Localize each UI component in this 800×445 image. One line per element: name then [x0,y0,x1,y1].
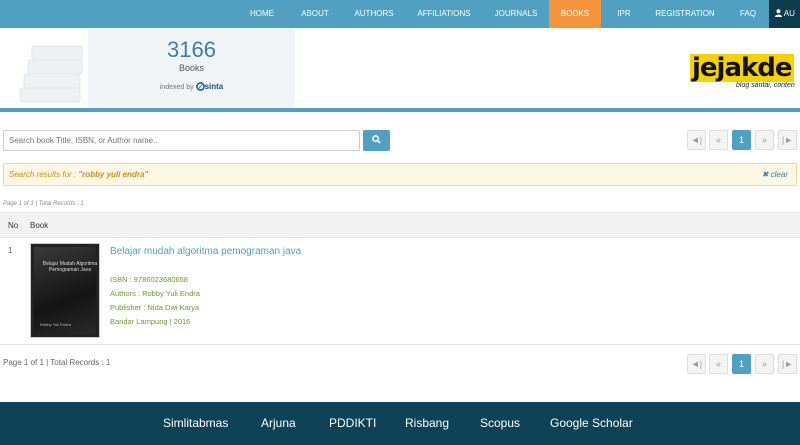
table-header: No Book [0,212,800,238]
sponsor-logo[interactable]: jejakde blog santai, conten [690,54,800,98]
footer-link-risbang[interactable]: Risbang [405,416,449,430]
logo-subtitle: blog santai, conten [736,82,795,89]
user-label: AU [783,9,795,18]
prev-page-button[interactable]: « [709,354,728,374]
banner-divider [0,108,800,112]
prev-page-button[interactable]: « [709,130,728,150]
footer-link-arjuna[interactable]: Arjuna [261,416,296,430]
footer-link-scopus[interactable]: Scopus [480,416,520,430]
top-navigation: HOME ABOUT AUTHORS AFFILIATIONS JOURNALS… [0,0,800,28]
first-page-button[interactable]: ◄| [687,354,706,374]
first-page-icon: ◄| [690,135,703,145]
nav-journals[interactable]: JOURNALS [486,0,546,28]
nav-authors[interactable]: AUTHORS [346,0,402,28]
search-icon [372,135,381,144]
close-icon: ✖ [761,170,769,179]
footer-link-pddikti[interactable]: PDDIKTI [329,416,376,430]
prev-page-icon: « [715,359,721,369]
last-page-icon: |► [781,359,794,369]
cover-author: Robby Yuli Endra [40,322,71,327]
prev-page-icon: « [715,135,721,145]
next-page-button[interactable]: » [755,354,774,374]
first-page-icon: ◄| [690,359,703,369]
book-publisher: Publisher : Nida Dwi Karya [110,303,200,312]
page-1-button[interactable]: 1 [732,354,751,374]
cover-title: Belajar Mudah Algoritma Pemograman Java [42,261,98,273]
search-button[interactable] [363,130,390,151]
logo-text: jejakde [690,54,794,83]
page-1-button[interactable]: 1 [732,130,751,150]
banner: 3166 Books indexed by sinta jejakde blog… [0,28,800,108]
nav-registration[interactable]: REGISTRATION [648,0,722,28]
page-info-bottom: Page 1 of 1 | Total Records : 1 [3,358,111,367]
nav-home[interactable]: HOME [240,0,284,28]
book-isbn: ISBN : 9786023680658 [110,275,188,284]
indexed-by: indexed by sinta [88,82,295,91]
first-page-button[interactable]: ◄| [687,130,706,150]
column-no: No [8,221,19,230]
last-page-button[interactable]: |► [778,130,797,150]
user-menu[interactable]: AU [769,0,800,28]
last-page-button[interactable]: |► [778,354,797,374]
sinta-logo-icon [195,82,205,91]
table-row: 1 Belajar Mudah Algoritma Pemograman Jav… [0,238,800,345]
search-results-prefix: Search results for : [9,170,79,179]
row-number: 1 [8,246,13,255]
book-count-panel: 3166 Books indexed by sinta [88,28,295,108]
nav-about[interactable]: ABOUT [294,0,336,28]
book-count: 3166 [167,37,216,62]
page-info-top: Page 1 of 1 | Total Records : 1 [3,201,84,207]
book-title-link[interactable]: Belajar mudah algoritma pemograman java [110,246,301,257]
nav-ipr[interactable]: IPR [606,0,642,28]
nav-faq[interactable]: FAQ [730,0,766,28]
next-page-button[interactable]: » [755,130,774,150]
book-count-label: Books [178,63,204,73]
pagination-bottom: ◄| « 1 » |► [687,354,797,374]
sinta-label: sinta [204,82,224,91]
pagination-top: ◄| « 1 » |► [687,130,797,150]
clear-search-link[interactable]: ✖ clear [762,170,788,179]
search-query: "robby yuli endra" [78,170,149,179]
next-page-icon: » [761,135,767,145]
user-icon [775,9,782,17]
footer: Simlitabmas Arjuna PDDIKTI Risbang Scopu… [0,402,800,445]
nav-books[interactable]: BOOKS [549,0,601,28]
search-results-message: Search results for : "robby yuli endra" [9,170,148,179]
nav-affiliations[interactable]: AFFILIATIONS [408,0,480,28]
footer-link-simlitabmas[interactable]: Simlitabmas [163,416,228,430]
book-place-year: Bandar Lampung | 2016 [110,317,191,326]
indexed-by-text: indexed by [159,84,194,91]
column-book: Book [30,221,49,230]
next-page-icon: » [761,359,767,369]
book-cover[interactable]: Belajar Mudah Algoritma Pemograman Java … [30,243,100,338]
clear-label: clear [770,170,788,179]
footer-link-google-scholar[interactable]: Google Scholar [550,416,633,430]
search-results-alert: Search results for : "robby yuli endra" … [3,163,797,186]
last-page-icon: |► [781,135,794,145]
book-authors: Authors : Robby Yuli Endra [110,289,200,298]
search-input[interactable] [3,130,360,151]
book-cover-art: Belajar Mudah Algoritma Pemograman Java … [34,247,97,334]
